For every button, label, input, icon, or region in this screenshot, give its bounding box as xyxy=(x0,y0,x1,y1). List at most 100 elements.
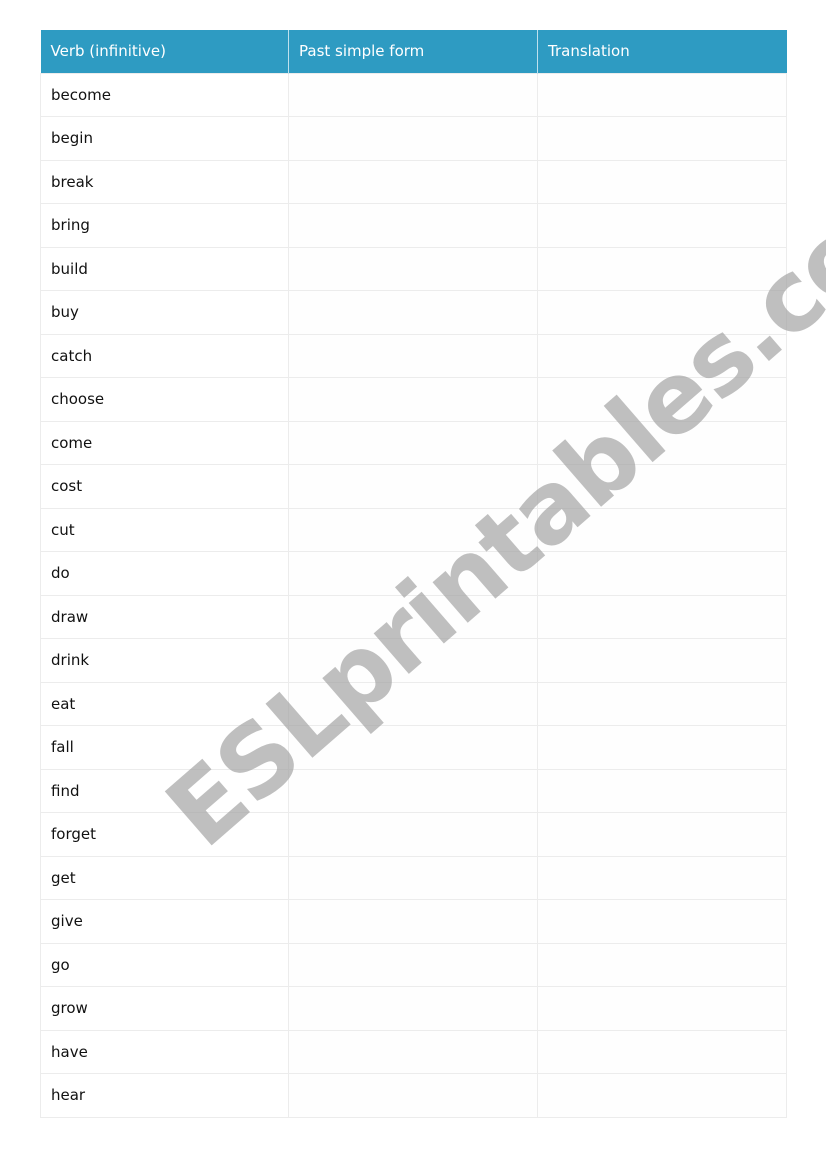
translation-cell[interactable] xyxy=(537,464,787,509)
table-row: draw xyxy=(40,594,787,639)
translation-cell[interactable] xyxy=(537,551,787,596)
verb-table: Verb (infinitive) Past simple form Trans… xyxy=(40,30,787,1118)
translation-cell[interactable] xyxy=(537,203,787,248)
verb-cell: do xyxy=(40,551,289,596)
verb-cell: find xyxy=(40,768,289,813)
past-simple-cell[interactable] xyxy=(288,290,538,335)
past-simple-cell[interactable] xyxy=(288,1073,538,1118)
header-translation: Translation xyxy=(537,30,787,73)
table-row: catch xyxy=(40,333,787,378)
past-simple-cell[interactable] xyxy=(288,638,538,683)
verb-cell: drink xyxy=(40,638,289,683)
translation-cell[interactable] xyxy=(537,72,787,117)
verb-cell: get xyxy=(40,855,289,900)
verb-cell: hear xyxy=(40,1073,289,1118)
table-row: hear xyxy=(40,1073,787,1118)
past-simple-cell[interactable] xyxy=(288,377,538,422)
past-simple-cell[interactable] xyxy=(288,681,538,726)
translation-cell[interactable] xyxy=(537,1029,787,1074)
verb-cell: buy xyxy=(40,290,289,335)
translation-cell[interactable] xyxy=(537,638,787,683)
verb-cell: begin xyxy=(40,116,289,161)
translation-cell[interactable] xyxy=(537,855,787,900)
translation-cell[interactable] xyxy=(537,725,787,770)
verb-cell: bring xyxy=(40,203,289,248)
verb-cell: cut xyxy=(40,507,289,552)
past-simple-cell[interactable] xyxy=(288,1029,538,1074)
past-simple-cell[interactable] xyxy=(288,986,538,1031)
past-simple-cell[interactable] xyxy=(288,464,538,509)
header-verb: Verb (infinitive) xyxy=(40,30,289,73)
past-simple-cell[interactable] xyxy=(288,594,538,639)
table-row: cut xyxy=(40,507,787,552)
table-row: choose xyxy=(40,377,787,422)
past-simple-cell[interactable] xyxy=(288,116,538,161)
table-row: have xyxy=(40,1029,787,1074)
table-row: buy xyxy=(40,290,787,335)
translation-cell[interactable] xyxy=(537,333,787,378)
table-row: grow xyxy=(40,986,787,1031)
past-simple-cell[interactable] xyxy=(288,899,538,944)
past-simple-cell[interactable] xyxy=(288,855,538,900)
translation-cell[interactable] xyxy=(537,899,787,944)
table-row: forget xyxy=(40,812,787,857)
verb-cell: grow xyxy=(40,986,289,1031)
translation-cell[interactable] xyxy=(537,942,787,987)
table-row: bring xyxy=(40,203,787,248)
verb-cell: go xyxy=(40,942,289,987)
past-simple-cell[interactable] xyxy=(288,812,538,857)
verb-cell: become xyxy=(40,72,289,117)
translation-cell[interactable] xyxy=(537,1073,787,1118)
past-simple-cell[interactable] xyxy=(288,768,538,813)
verb-cell: catch xyxy=(40,333,289,378)
translation-cell[interactable] xyxy=(537,507,787,552)
worksheet: Verb (infinitive) Past simple form Trans… xyxy=(40,30,787,1118)
table-row: begin xyxy=(40,116,787,161)
verb-cell: cost xyxy=(40,464,289,509)
past-simple-cell[interactable] xyxy=(288,942,538,987)
past-simple-cell[interactable] xyxy=(288,725,538,770)
table-row: go xyxy=(40,942,787,987)
verb-cell: give xyxy=(40,899,289,944)
translation-cell[interactable] xyxy=(537,246,787,291)
table-row: find xyxy=(40,768,787,813)
table-row: drink xyxy=(40,638,787,683)
past-simple-cell[interactable] xyxy=(288,159,538,204)
translation-cell[interactable] xyxy=(537,812,787,857)
past-simple-cell[interactable] xyxy=(288,507,538,552)
verb-cell: build xyxy=(40,246,289,291)
verb-cell: forget xyxy=(40,812,289,857)
translation-cell[interactable] xyxy=(537,377,787,422)
table-row: fall xyxy=(40,725,787,770)
verb-cell: choose xyxy=(40,377,289,422)
verb-cell: break xyxy=(40,159,289,204)
past-simple-cell[interactable] xyxy=(288,420,538,465)
past-simple-cell[interactable] xyxy=(288,246,538,291)
translation-cell[interactable] xyxy=(537,594,787,639)
verb-cell: fall xyxy=(40,725,289,770)
translation-cell[interactable] xyxy=(537,768,787,813)
translation-cell[interactable] xyxy=(537,290,787,335)
verb-cell: eat xyxy=(40,681,289,726)
table-row: eat xyxy=(40,681,787,726)
table-row: come xyxy=(40,420,787,465)
verb-cell: come xyxy=(40,420,289,465)
past-simple-cell[interactable] xyxy=(288,333,538,378)
header-row: Verb (infinitive) Past simple form Trans… xyxy=(40,30,787,73)
translation-cell[interactable] xyxy=(537,116,787,161)
table-row: get xyxy=(40,855,787,900)
translation-cell[interactable] xyxy=(537,159,787,204)
translation-cell[interactable] xyxy=(537,986,787,1031)
table-row: do xyxy=(40,551,787,596)
table-row: cost xyxy=(40,464,787,509)
table-row: become xyxy=(40,72,787,117)
table-row: break xyxy=(40,159,787,204)
header-past-simple: Past simple form xyxy=(288,30,538,73)
past-simple-cell[interactable] xyxy=(288,551,538,596)
translation-cell[interactable] xyxy=(537,681,787,726)
past-simple-cell[interactable] xyxy=(288,203,538,248)
translation-cell[interactable] xyxy=(537,420,787,465)
table-row: build xyxy=(40,246,787,291)
past-simple-cell[interactable] xyxy=(288,72,538,117)
verb-cell: draw xyxy=(40,594,289,639)
